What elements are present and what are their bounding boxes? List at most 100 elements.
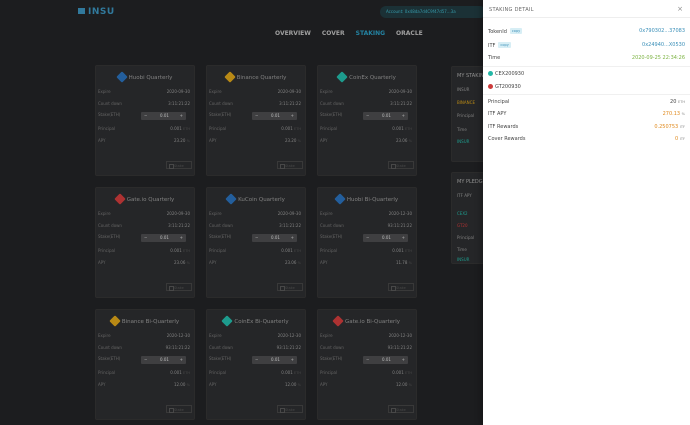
stake-button[interactable]: Stake — [277, 283, 303, 291]
stake-row: Stake(ETH) −0.01 + — [209, 234, 301, 242]
minus-icon[interactable]: − — [255, 235, 258, 240]
principal-row: Principal 0.001 ETH — [320, 248, 412, 253]
card-title: CoinEx Quarterly — [318, 71, 416, 83]
stake-button[interactable]: Stake — [277, 161, 303, 169]
expire-row: Expire 2020-09-30 — [98, 211, 190, 216]
time-value: 2020-09-25 22:34:26 — [631, 55, 685, 61]
expire-row: Expire 2020-12-30 — [209, 333, 301, 338]
plus-icon[interactable]: + — [402, 113, 405, 118]
stake-button[interactable]: Stake — [277, 405, 303, 413]
account-address[interactable]: Account: 0x48da7d4C9f47d57...3a — [380, 6, 486, 18]
tokenid-copy-button[interactable]: copy — [509, 28, 523, 34]
minus-icon[interactable]: − — [255, 113, 258, 118]
nav-overview[interactable]: OVERVIEW — [275, 30, 311, 37]
card-title: Gate.io Quarterly — [96, 193, 194, 205]
itf-value[interactable]: 0x24940...X0530 — [642, 42, 685, 48]
minus-icon[interactable]: − — [144, 235, 147, 240]
stake-button[interactable]: Stake — [166, 161, 192, 169]
card-title: CoinEx Bi-Quarterly — [207, 315, 305, 327]
divider — [483, 94, 690, 95]
itf-copy-button[interactable]: copy — [498, 42, 511, 48]
principal-row: Principal 0.001 ETH — [209, 126, 301, 131]
plus-icon[interactable]: + — [180, 113, 183, 118]
principal-row: Principal 0.001 ETH — [320, 370, 412, 375]
insur-label: INSUR — [457, 87, 470, 92]
coinex-icon — [488, 71, 493, 76]
minus-icon[interactable]: − — [366, 357, 369, 362]
minus-icon[interactable]: − — [144, 113, 147, 118]
chip-gt: GT200930 — [488, 84, 521, 90]
time-label: Time — [457, 127, 467, 132]
card-title: Huobi Bi-Quarterly — [318, 193, 416, 205]
stake-row: Stake(ETH) −0.01 + — [98, 356, 190, 364]
logo[interactable]: INSU — [78, 7, 115, 17]
staking-card: Gate.io Quarterly Expire 2020-09-30 Count… — [95, 187, 195, 298]
plus-icon[interactable]: + — [402, 357, 405, 362]
binance-icon — [223, 71, 236, 83]
stake-stepper[interactable]: −0.01 + — [141, 356, 186, 364]
staking-card: Huobi Bi-Quarterly Expire 2020-12-30 Coun… — [317, 187, 417, 298]
expire-row: Expire 2020-09-30 — [209, 211, 301, 216]
stake-button[interactable]: Stake — [388, 405, 414, 413]
countdown-row: Count down 3:11:21:22 — [209, 223, 301, 228]
staking-card: KuCoin Quarterly Expire 2020-09-30 Count … — [206, 187, 306, 298]
card-title: KuCoin Quarterly — [207, 193, 305, 205]
staking-card: Huobi Quarterly Expire 2020-09-30 Count d… — [95, 65, 195, 176]
expire-row: Expire 2020-12-30 — [320, 333, 412, 338]
nav-oracle[interactable]: ORACLE — [396, 30, 423, 37]
plus-icon[interactable]: + — [180, 357, 183, 362]
stake-stepper[interactable]: −0.01 + — [252, 356, 297, 364]
plus-icon[interactable]: + — [291, 357, 294, 362]
principal-row: Principal 0.001 ETH — [209, 248, 301, 253]
plus-icon[interactable]: + — [291, 235, 294, 240]
stake-stepper[interactable]: −0.01 + — [252, 234, 297, 242]
plus-icon[interactable]: + — [402, 235, 405, 240]
stake-stepper[interactable]: −0.01 + — [252, 112, 297, 120]
countdown-row: Count down 3:11:21:22 — [98, 223, 190, 228]
stake-stepper[interactable]: −0.01 + — [363, 356, 408, 364]
itf-apy-value: 270.13 % — [662, 111, 685, 117]
stake-button[interactable]: Stake — [388, 283, 414, 291]
divider — [483, 17, 690, 18]
expire-row: Expire 2020-09-30 — [320, 89, 412, 94]
countdown-row: Count down 3:11:21:22 — [320, 101, 412, 106]
nav-staking[interactable]: STAKING — [356, 30, 385, 37]
gateio-icon — [114, 193, 126, 205]
plus-icon[interactable]: + — [180, 235, 183, 240]
itf-label: ITF copy — [488, 42, 511, 49]
minus-icon[interactable]: − — [366, 113, 369, 118]
stake-stepper[interactable]: −0.01 + — [363, 234, 408, 242]
principal-row: Principal 0.001 ETH — [98, 248, 190, 253]
stake-row: Stake(ETH) −0.01 + — [320, 356, 412, 364]
plus-icon[interactable]: + — [291, 113, 294, 118]
drawer-title: STAKING DETAIL — [489, 7, 534, 13]
tokenid-value[interactable]: 0x790302...37083 — [639, 28, 685, 34]
expire-row: Expire 2020-09-30 — [98, 89, 190, 94]
card-title: Binance Quarterly — [207, 71, 305, 83]
main-nav: OVERVIEW COVER STAKING ORACLE — [275, 30, 423, 37]
countdown-row: Count down 93:11:21:22 — [320, 345, 412, 350]
stake-button[interactable]: Stake — [166, 405, 192, 413]
cover-rewards-value: 0 ITF — [675, 136, 685, 142]
staking-detail-drawer: STAKING DETAIL × TokenId copy 0x790302...… — [483, 0, 690, 425]
itf-rewards-label: ITF Rewards — [488, 124, 519, 130]
stake-button[interactable]: Stake — [166, 283, 192, 291]
close-icon[interactable]: × — [677, 5, 683, 13]
gateio-icon — [332, 315, 344, 327]
stake-stepper[interactable]: −0.01 + — [141, 112, 186, 120]
huobi-icon — [334, 193, 346, 205]
minus-icon[interactable]: − — [255, 357, 258, 362]
logo-icon — [78, 8, 85, 14]
minus-icon[interactable]: − — [144, 357, 147, 362]
coinex-icon — [336, 71, 348, 83]
stake-button[interactable]: Stake — [388, 161, 414, 169]
principal-label: Principal — [457, 113, 475, 118]
huobi-icon — [115, 71, 128, 83]
apy-row: APY 23.20 % — [98, 138, 190, 143]
nav-cover[interactable]: COVER — [322, 30, 345, 37]
stake-stepper[interactable]: −0.01 + — [141, 234, 186, 242]
stake-stepper[interactable]: −0.01 + — [363, 112, 408, 120]
time-label: Time — [488, 55, 501, 61]
minus-icon[interactable]: − — [366, 235, 369, 240]
principal-row: Principal 0.001 ETH — [320, 126, 412, 131]
